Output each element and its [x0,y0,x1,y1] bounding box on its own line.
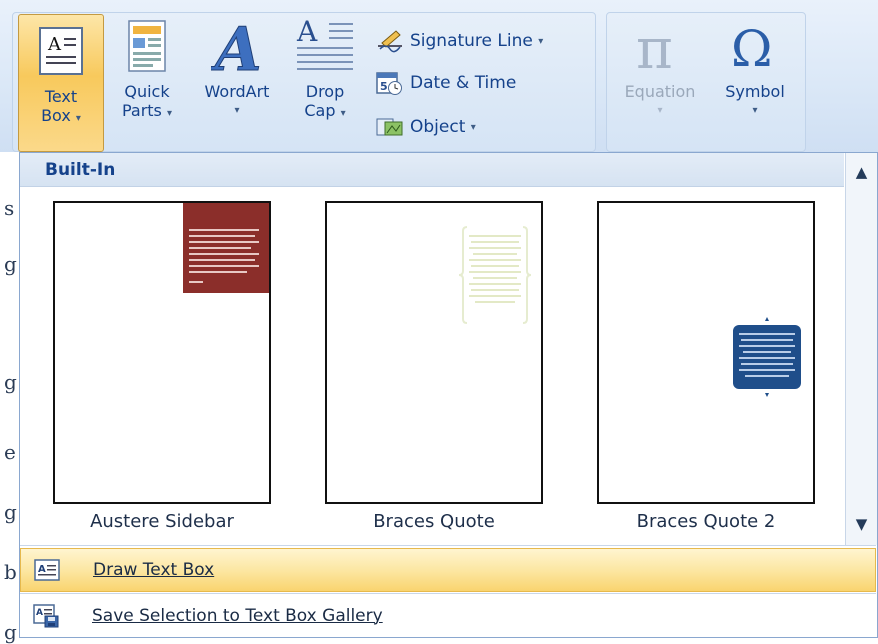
document-text-fragment: b [4,560,17,584]
symbol-label: Symbol [725,82,785,101]
braces-quote-2-preview [733,317,801,397]
symbol-button[interactable]: Ω Symbol ▾ [712,10,798,140]
gallery-item-austere-sidebar[interactable] [53,201,271,504]
braces-quote-preview [458,226,532,324]
svg-text:π: π [636,18,673,74]
quick-parts-label-2: Parts [121,101,162,120]
document-text-fragment: g [4,620,17,644]
text-box-icon: A [19,15,103,87]
document-text-fragment: g [4,370,17,394]
signature-line-label: Signature Line [410,31,533,51]
quick-parts-button[interactable]: Quick Parts ▾ [112,10,182,140]
pi-icon: π [614,10,706,82]
signature-line-caret-icon: ▾ [538,35,544,47]
wordart-caret-icon: ▾ [234,105,240,116]
svg-text:Ω: Ω [731,20,772,74]
signature-line-icon [378,30,402,53]
object-caret-icon: ▾ [470,121,476,133]
svg-text:A: A [296,15,318,48]
omega-icon: Ω [712,10,798,82]
text-box-label-2: Box [41,106,71,125]
document-text-fragment: s [4,196,15,220]
gallery-item-label: Braces Quote [373,511,495,532]
drop-cap-button[interactable]: A Drop Cap ▾ [292,10,358,140]
scroll-down-icon[interactable]: ▼ [846,509,877,539]
equation-caret-icon: ▾ [657,105,663,116]
draw-text-box-icon: A [21,559,73,581]
drop-cap-icon: A [292,10,358,82]
svg-text:5: 5 [380,80,388,93]
document-text-fragment: g [4,500,17,524]
divider [20,545,876,546]
austere-sidebar-preview [183,203,269,293]
gallery-item-label: Braces Quote 2 [636,511,776,532]
gallery-scrollbar[interactable]: ▲ ▼ [845,153,877,545]
object-button[interactable]: Object ▾ [376,112,476,142]
text-box-caret-icon: ▾ [75,113,81,124]
gallery-item-label: Austere Sidebar [90,511,234,532]
object-label: Object [410,117,466,137]
draw-text-box-menu-item[interactable]: A Draw Text Box [20,548,876,592]
drop-cap-caret-icon: ▾ [340,108,346,119]
wordart-icon: A [192,10,282,82]
save-selection-label: Save Selection to Text Box Gallery [92,606,383,626]
calendar-clock-icon: 5 [376,72,402,95]
svg-text:A: A [211,16,262,76]
scroll-up-icon[interactable]: ▲ [846,157,877,187]
quick-parts-label-1: Quick [124,82,170,101]
gallery-item-braces-quote[interactable] [325,201,543,504]
drop-cap-label-1: Drop [305,82,345,101]
document-edge: s g g e g b g [0,152,20,644]
document-text-fragment: e [4,440,16,464]
wordart-button[interactable]: A WordArt ▾ [192,10,282,140]
save-to-gallery-icon: A [20,604,72,628]
draw-text-box-label: Draw Text Box [93,560,215,580]
symbol-caret-icon: ▾ [752,105,758,116]
date-time-button[interactable]: 5 Date & Time [376,68,516,98]
svg-text:A: A [38,564,46,575]
save-selection-menu-item[interactable]: A Save Selection to Text Box Gallery [20,594,876,638]
equation-label: Equation [624,82,696,101]
document-text-fragment: g [4,252,17,276]
quick-parts-icon [112,10,182,82]
svg-text:A: A [36,608,43,618]
drop-cap-label-2: Cap [304,101,336,120]
wordart-label: WordArt [204,82,270,101]
section-header: Built-In [20,153,844,187]
svg-text:A: A [47,34,62,55]
gallery-item-braces-quote-2[interactable] [597,201,815,504]
quick-parts-caret-icon: ▾ [166,108,173,119]
equation-button[interactable]: π Equation ▾ [614,10,706,140]
ribbon: A Text Box ▾ Quick Parts ▾ A WordArt ▾ A… [0,0,878,153]
signature-line-button[interactable]: Signature Line ▾ [376,26,543,56]
object-icon [376,118,403,136]
text-box-gallery: Built-In ▲ ▼ Austere Sidebar Braces Quot… [19,152,878,638]
text-box-label-1: Text [44,87,78,106]
text-box-button[interactable]: A Text Box ▾ [18,14,104,152]
date-time-label: Date & Time [410,73,517,93]
